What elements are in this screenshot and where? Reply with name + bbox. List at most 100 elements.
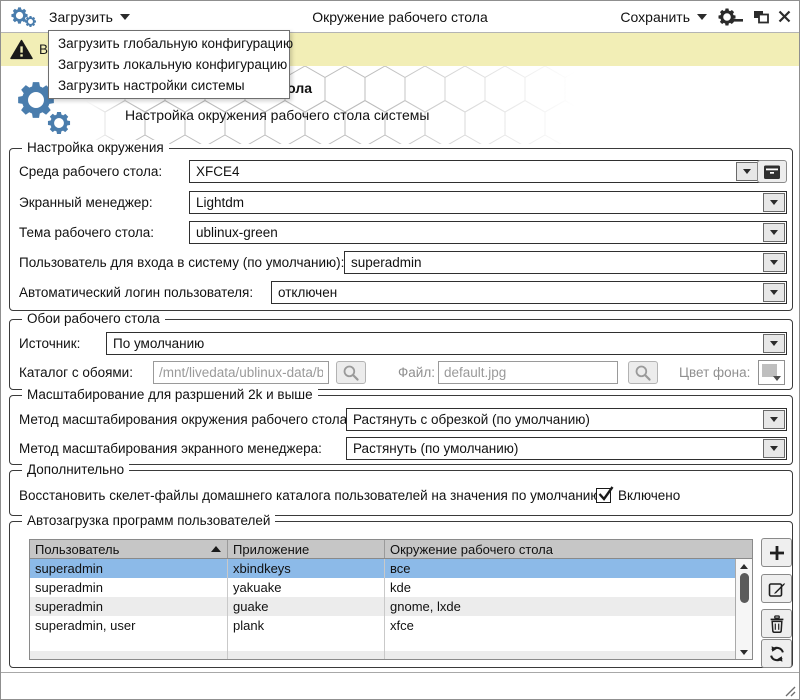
menu-item-load-global[interactable]: Загрузить глобальную конфигурацию [49, 33, 293, 54]
chevron-down-icon [697, 13, 707, 20]
column-header-application[interactable]: Приложение [228, 540, 385, 558]
search-icon [635, 364, 651, 381]
delete-autostart-button[interactable] [761, 609, 792, 638]
default-login-user-label: Пользователь для входа в систему (по умо… [19, 255, 345, 270]
install-environment-button[interactable] [757, 160, 787, 183]
load-menu-popup: Загрузить глобальную конфигурацию Загруз… [48, 30, 293, 99]
scrollbar-thumb[interactable] [739, 573, 749, 603]
scroll-down-arrow[interactable] [736, 646, 752, 658]
empty-row [30, 651, 752, 659]
group-autostart-title: Автозагрузка программ пользователей [22, 513, 276, 528]
trash-icon [770, 614, 783, 633]
status-bar [1, 672, 799, 699]
desktop-scaling-value: Растянуть с обрезкой (по умолчанию) [353, 412, 590, 427]
wallpaper-source-label: Источник: [19, 336, 81, 351]
close-button[interactable] [778, 10, 791, 23]
table-row[interactable]: superadmin, user plank xfce [30, 616, 752, 635]
load-menu-label: Загрузить [49, 8, 113, 25]
auto-login-label: Автоматический логин пользователя: [19, 285, 254, 300]
combo-arrow-button[interactable] [763, 283, 785, 302]
group-wallpaper: Обои рабочего стола Источник: По умолчан… [9, 311, 793, 390]
save-menu-label: Сохранить [620, 8, 690, 25]
wallpaper-file-label: Файл: [398, 365, 435, 380]
add-autostart-button[interactable] [761, 538, 792, 567]
bg-color-label: Цвет фона: [679, 365, 751, 380]
load-menu-button[interactable]: Загрузить [49, 1, 130, 32]
desktop-env-label: Среда рабочего стола: [19, 164, 163, 179]
table-row[interactable]: superadmin yakuake kde [30, 578, 752, 597]
desktop-env-value: XFCE4 [196, 164, 240, 179]
group-environment: Настройка окружения Среда рабочего стола… [9, 140, 793, 311]
app-window: Загрузить Окружение рабочего стола Сохра… [0, 0, 800, 700]
maximize-restore-button[interactable] [753, 10, 769, 24]
dm-scaling-combo[interactable]: Растянуть (по умолчанию) [346, 437, 787, 460]
resize-grip[interactable] [782, 683, 796, 697]
scroll-up-arrow[interactable] [736, 560, 752, 572]
refresh-autostart-button[interactable] [761, 639, 792, 668]
display-manager-label: Экранный менеджер: [19, 195, 153, 210]
combo-arrow-button[interactable] [736, 162, 758, 181]
group-scaling: Масштабирование для разршений 2k и выше … [9, 387, 793, 465]
display-manager-combo[interactable]: Lightdm [189, 191, 787, 214]
desktop-theme-label: Тема рабочего стола: [19, 225, 155, 240]
chevron-down-icon [773, 376, 781, 381]
wallpaper-dir-label: Каталог с обоями: [19, 365, 133, 380]
auto-login-combo[interactable]: отключен [271, 281, 787, 304]
restore-skel-label: Восстановить скелет-файлы домашнего ката… [19, 488, 605, 503]
table-row[interactable]: superadmin guake gnome, lxde [30, 597, 752, 616]
plus-icon [769, 545, 784, 560]
combo-arrow-button[interactable] [763, 193, 785, 212]
combo-arrow-button[interactable] [763, 223, 785, 242]
wallpaper-source-value: По умолчанию [113, 336, 205, 351]
column-header-environment[interactable]: Окружение рабочего стола [385, 540, 752, 558]
banner-subtitle: Настройка окружения рабочего стола систе… [125, 107, 430, 123]
desktop-theme-value: ublinux-green [196, 225, 278, 240]
default-login-user-combo[interactable]: superadmin [344, 251, 787, 274]
wallpaper-file-input[interactable] [438, 361, 618, 384]
bg-color-picker[interactable] [758, 360, 785, 385]
wallpaper-source-combo[interactable]: По умолчанию [106, 332, 787, 355]
refresh-icon [769, 645, 784, 662]
table-scrollbar[interactable] [735, 559, 752, 659]
archive-box-icon [764, 165, 780, 179]
dm-scaling-value: Растянуть (по умолчанию) [353, 441, 519, 456]
desktop-scaling-combo[interactable]: Растянуть с обрезкой (по умолчанию) [346, 408, 787, 431]
menu-item-load-local[interactable]: Загрузить локальную конфигурацию [49, 54, 289, 75]
group-scaling-title: Масштабирование для разршений 2k и выше [22, 387, 318, 402]
desktop-theme-combo[interactable]: ublinux-green [189, 221, 787, 244]
combo-arrow-button[interactable] [763, 439, 785, 458]
edit-autostart-button[interactable] [761, 574, 792, 603]
table-row[interactable]: superadmin xbindkeys все [30, 559, 752, 578]
group-environment-title: Настройка окружения [22, 140, 169, 155]
table-header: Пользователь Приложение Окружение рабоче… [30, 540, 752, 559]
group-wallpaper-title: Обои рабочего стола [22, 311, 165, 326]
combo-arrow-button[interactable] [763, 410, 785, 429]
column-header-user[interactable]: Пользователь [30, 540, 228, 558]
app-gears-icon [9, 3, 43, 31]
save-menu-button[interactable]: Сохранить [620, 1, 707, 32]
sort-ascending-icon [211, 546, 221, 552]
dm-scaling-label: Метод масштабирования экранного менеджер… [19, 441, 322, 456]
titlebar: Загрузить Окружение рабочего стола Сохра… [1, 1, 799, 33]
desktop-env-combo[interactable]: XFCE4 [189, 160, 760, 183]
chevron-down-icon [119, 13, 130, 20]
minimize-button[interactable] [732, 11, 744, 23]
default-login-user-value: superadmin [351, 255, 422, 270]
restore-skel-checkbox-label: Включено [618, 488, 681, 503]
search-icon [343, 364, 359, 381]
combo-arrow-button[interactable] [763, 253, 785, 272]
browse-file-button[interactable] [628, 361, 658, 384]
display-manager-value: Lightdm [196, 195, 245, 210]
group-autostart: Автозагрузка программ пользователей Поль… [9, 513, 793, 668]
restore-skel-checkbox[interactable] [596, 486, 614, 503]
menu-item-load-system[interactable]: Загрузить настройки системы [49, 75, 289, 96]
group-extra-title: Дополнительно [22, 462, 130, 477]
combo-arrow-button[interactable] [763, 334, 785, 353]
warning-triangle-icon [10, 39, 33, 60]
autostart-table: Пользователь Приложение Окружение рабоче… [29, 539, 753, 660]
browse-dir-button[interactable] [336, 361, 366, 384]
wallpaper-dir-input[interactable] [153, 361, 329, 384]
desktop-scaling-label: Метод масштабирования окружения рабочего… [19, 412, 351, 427]
group-extra: Дополнительно Восстановить скелет-файлы … [9, 462, 793, 516]
empty-row [30, 635, 752, 651]
